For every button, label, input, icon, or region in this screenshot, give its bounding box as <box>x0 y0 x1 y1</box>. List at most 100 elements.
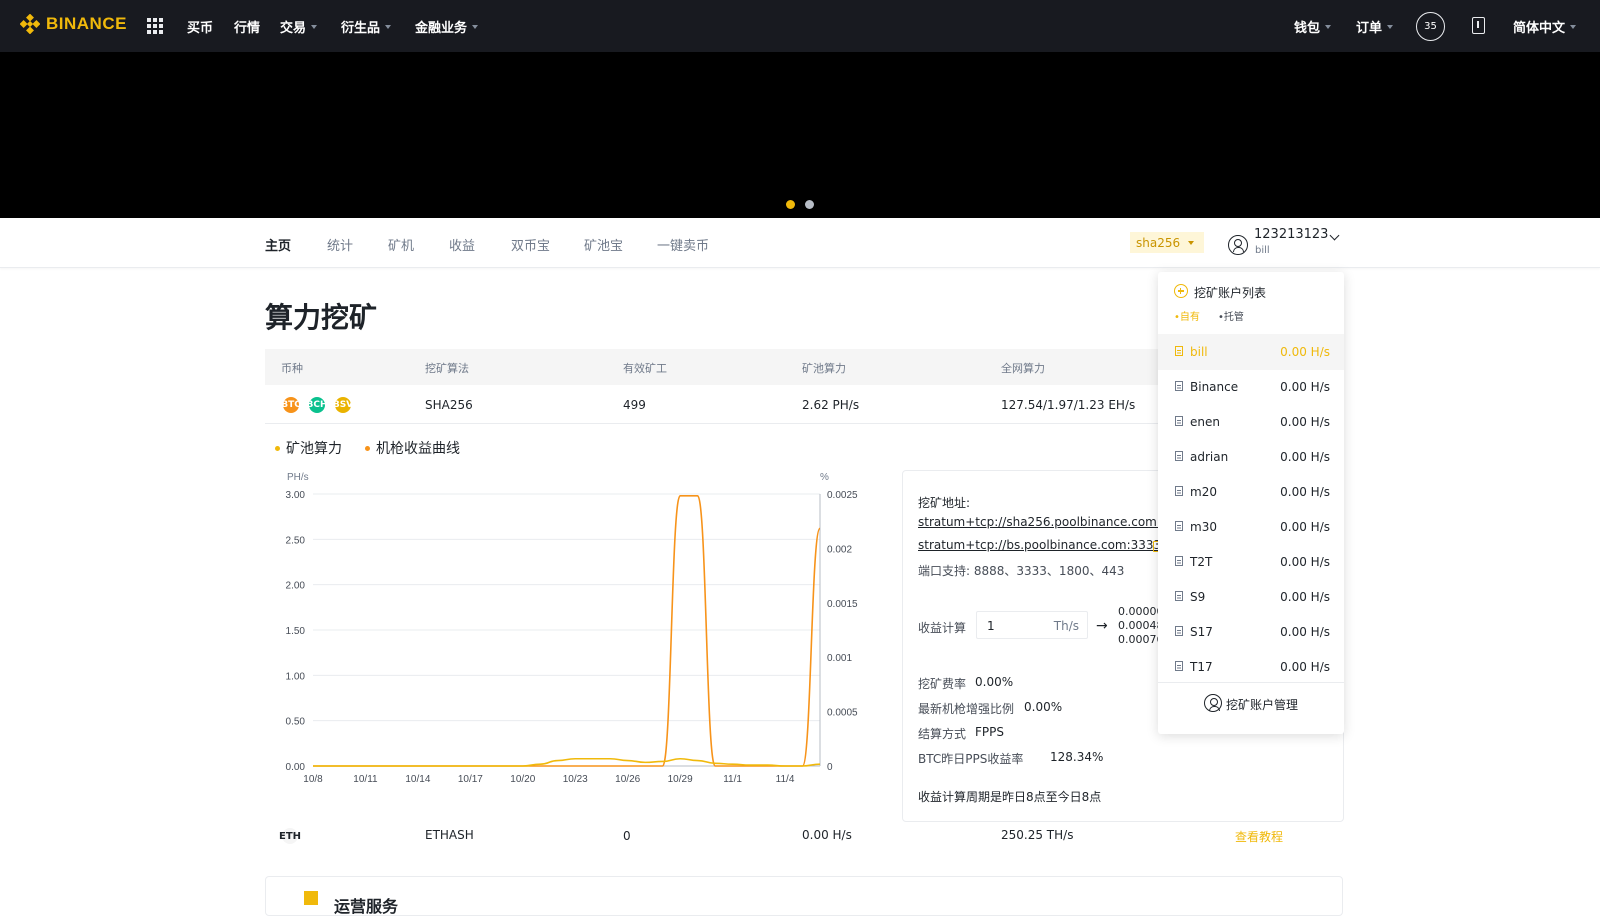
nav-label: 简体中文 <box>1513 21 1566 36</box>
bsv-coin-icon: BSV <box>333 397 353 413</box>
legend-label: 机枪收益曲线 <box>376 441 460 457</box>
y-right-tick: 0.0025 <box>827 490 858 501</box>
tab-earnings[interactable]: 收益 <box>449 235 475 254</box>
legend-revenue-curve[interactable]: 机枪收益曲线 <box>365 438 460 458</box>
x-tick: 10/20 <box>510 774 535 785</box>
carousel-dot[interactable] <box>805 200 814 209</box>
stratum-address-2[interactable]: stratum+tcp://bs.poolbinance.com:3333 <box>918 538 1161 552</box>
account-name: m30 <box>1190 520 1217 534</box>
hashrate-calc-input[interactable]: 1 Th/s <box>976 611 1088 639</box>
tab-home[interactable]: 主页 <box>265 235 291 254</box>
account-hashrate: 0.00 H/s <box>1280 450 1330 464</box>
y-left-tick: 0.00 <box>286 762 306 773</box>
carousel-dot[interactable] <box>786 200 795 209</box>
left-axis-unit: PH/s <box>287 472 309 483</box>
pool-subnav: 主页 统计 矿机 收益 双币宝 矿池宝 一键卖币 sha256 12321312… <box>0 218 1600 268</box>
legend-pool-hashrate[interactable]: 矿池算力 <box>275 438 342 458</box>
stratum-address-1[interactable]: stratum+tcp://sha256.poolbinance.com:888 <box>918 515 1184 529</box>
account-name: m20 <box>1190 485 1217 499</box>
nav-wallet[interactable]: 钱包 <box>1294 17 1332 36</box>
y-right-tick: 0.002 <box>827 544 852 555</box>
account-hashrate: 0.00 H/s <box>1280 415 1330 429</box>
account-list-title: 挖矿账户列表 <box>1194 286 1267 300</box>
language-selector[interactable]: 简体中文 <box>1513 17 1577 36</box>
y-left-tick: 1.50 <box>286 626 306 637</box>
arrow-right-icon: → <box>1096 618 1108 634</box>
nav-trade[interactable]: 交易 <box>280 17 318 36</box>
caret-down-icon <box>385 24 392 29</box>
row-algorithm: ETHASH <box>425 828 474 842</box>
account-doc-icon <box>1175 381 1183 391</box>
nav-orders[interactable]: 订单 <box>1356 17 1394 36</box>
account-name: enen <box>1190 415 1220 429</box>
account-item-t2t[interactable]: T2T 0.00 H/s <box>1158 544 1344 580</box>
filter-hosted[interactable]: •托管 <box>1218 308 1244 323</box>
y-left-tick: 2.00 <box>286 581 306 592</box>
account-item-adrian[interactable]: adrian 0.00 H/s <box>1158 439 1344 475</box>
filter-own[interactable]: •自有 <box>1174 308 1200 323</box>
add-account-icon[interactable] <box>1174 284 1188 298</box>
account-item-s17[interactable]: S17 0.00 H/s <box>1158 614 1344 650</box>
x-tick: 10/11 <box>353 774 378 785</box>
right-axis-unit: % <box>820 472 829 483</box>
nav-label: 金融业务 <box>415 21 468 36</box>
account-hashrate: 0.00 H/s <box>1280 485 1330 499</box>
user-icon[interactable] <box>1228 235 1248 255</box>
x-tick: 11/4 <box>776 774 795 785</box>
col-workers: 有效矿工 <box>623 362 667 375</box>
view-tutorial-link[interactable]: 查看教程 <box>1235 828 1283 845</box>
nav-markets[interactable]: 行情 <box>234 17 260 36</box>
x-tick: 11/1 <box>723 774 742 785</box>
algorithm-value: sha256 <box>1136 235 1181 250</box>
account-name: bill <box>1190 345 1208 359</box>
binance-logo[interactable]: BINANCE <box>20 14 127 34</box>
account-doc-icon <box>1175 416 1183 426</box>
account-subname: bill <box>1255 245 1270 256</box>
tab-dual-currency[interactable]: 双币宝 <box>511 235 550 254</box>
col-network-hashrate: 全网算力 <box>1001 362 1045 375</box>
account-doc-icon <box>1175 451 1183 461</box>
account-hashrate: 0.00 H/s <box>1280 520 1330 534</box>
account-item-m30[interactable]: m30 0.00 H/s <box>1158 509 1344 545</box>
account-item-t17[interactable]: T17 0.00 H/s <box>1158 649 1344 685</box>
tab-one-click-sell[interactable]: 一键卖币 <box>657 235 709 254</box>
download-icon[interactable] <box>1472 17 1485 34</box>
btc-coin-icon: BTC <box>281 397 301 413</box>
x-tick: 10/14 <box>405 774 430 785</box>
account-id[interactable]: 123213123 <box>1254 227 1328 242</box>
account-hashrate: 0.00 H/s <box>1280 590 1330 604</box>
caret-down-icon <box>1387 24 1394 29</box>
manage-accounts-link[interactable]: 挖矿账户管理 <box>1226 696 1298 713</box>
table-row[interactable]: ETH ETHASH 0 0.00 H/s 250.25 TH/s 查看教程 <box>265 823 1343 862</box>
apps-grid-icon[interactable] <box>147 18 163 34</box>
promo-banner[interactable] <box>0 52 1600 218</box>
ports-info: 端口支持: 8888、3333、1800、443 <box>918 564 1125 578</box>
nav-finance[interactable]: 金融业务 <box>415 17 479 36</box>
nav-derivatives[interactable]: 衍生品 <box>341 17 392 36</box>
account-dropdown: 挖矿账户列表 •自有 •托管 bill 0.00 H/s Binance 0.00 H… <box>1158 272 1344 734</box>
account-name: S17 <box>1190 625 1213 639</box>
top-navigation-bar: BINANCE 买币 行情 交易 衍生品 金融业务 钱包 订单 35 简体中文 <box>0 0 1600 52</box>
row-pool-hashrate: 2.62 PH/s <box>802 398 860 412</box>
notification-badge[interactable]: 35 <box>1416 12 1445 41</box>
algorithm-select[interactable]: sha256 <box>1130 232 1204 253</box>
tab-pool-vault[interactable]: 矿池宝 <box>584 235 623 254</box>
account-item-m20[interactable]: m20 0.00 H/s <box>1158 474 1344 510</box>
x-tick: 10/29 <box>668 774 693 785</box>
tab-miners[interactable]: 矿机 <box>388 235 414 254</box>
account-item-binance[interactable]: Binance 0.00 H/s <box>1158 369 1344 405</box>
account-name: T17 <box>1190 660 1213 674</box>
legend-dot <box>275 445 280 451</box>
chevron-down-icon[interactable] <box>1329 230 1340 241</box>
nav-buy-crypto[interactable]: 买币 <box>187 17 213 36</box>
account-hashrate: 0.00 H/s <box>1280 380 1330 394</box>
ops-icon <box>304 891 318 905</box>
account-item-bill[interactable]: bill 0.00 H/s <box>1158 334 1344 370</box>
account-item-s9[interactable]: S9 0.00 H/s <box>1158 579 1344 615</box>
tab-statistics[interactable]: 统计 <box>327 235 353 254</box>
series-line-0 <box>313 495 821 767</box>
x-tick: 10/23 <box>563 774 588 785</box>
calc-label: 收益计算 <box>918 621 967 635</box>
account-item-enen[interactable]: enen 0.00 H/s <box>1158 404 1344 440</box>
y-right-tick: 0.001 <box>827 653 852 664</box>
